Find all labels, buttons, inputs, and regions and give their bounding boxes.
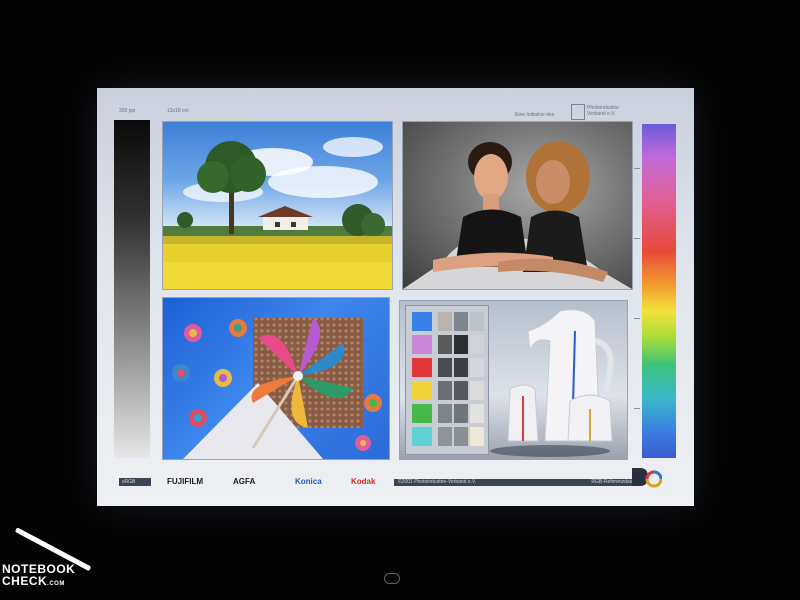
gray-swatch [438,312,452,331]
gray-swatch [438,358,452,377]
gray-swatch [454,404,468,423]
gray-swatch [470,358,484,377]
size-note: 13x18 cm [167,108,189,114]
gray-swatch [470,381,484,400]
color-swatch [412,312,432,331]
srgb-tag: sRGB [119,478,151,486]
photoindustrie-logo-icon [571,104,585,120]
pinwheel-photo [162,297,390,460]
gray-swatch [454,312,468,331]
gray-swatch [454,335,468,354]
landscape-photo [162,121,393,290]
dq-logo-icon [630,466,663,488]
color-swatch [412,404,432,423]
gray-swatch [454,358,468,377]
color-swatch [412,381,432,400]
gray-swatch [454,427,468,446]
header-org-text: Photoindustrie Verband e.V. [587,105,619,117]
kodak-logo: Kodak [351,477,376,486]
color-swatch [412,358,432,377]
gray-swatch [438,335,452,354]
gray-swatch [454,381,468,400]
gray-swatch [470,312,484,331]
footer-bar: sRGB FUJIFILM AGFA Konica Kodak ©2001 Ph… [119,475,639,489]
notebookcheck-logo-icon: NOTEBOOK CHECK.COM [2,515,102,595]
gray-swatch [438,404,452,423]
color-checker [405,305,489,455]
color-ramp [642,124,676,458]
gray-swatch [470,427,484,446]
gray-swatch [470,335,484,354]
resolution-note: 300 ppi [119,108,136,114]
bezel-brand-mark [330,536,460,546]
agfa-logo: AGFA [233,477,256,486]
gray-swatch [438,427,452,446]
color-chart-photo [399,300,628,460]
color-swatch [412,335,432,354]
monitor-screen: 300 ppi 13x18 cm Eine Initiative des Pho… [97,88,694,506]
header-small-text: Eine Initiative des [515,112,555,118]
gray-swatch [470,404,484,423]
color-swatch [412,427,432,446]
watermark-suffix: .COM [47,581,65,587]
footer-info-bar: ©2001 Photoindustrie-Verband e.V. RGB-Re… [394,479,639,486]
gray-ramp [114,120,150,458]
portrait-photo [402,121,633,290]
konica-logo: Konica [295,477,322,486]
gray-swatch [438,381,452,400]
watermark-line2: CHECK [2,574,48,588]
copyright-text: ©2001 Photoindustrie-Verband e.V. [398,479,477,485]
power-button-icon[interactable] [384,573,400,584]
fujifilm-logo: FUJIFILM [167,477,203,486]
reference-text: RGB-Referenzdatei [591,479,635,485]
